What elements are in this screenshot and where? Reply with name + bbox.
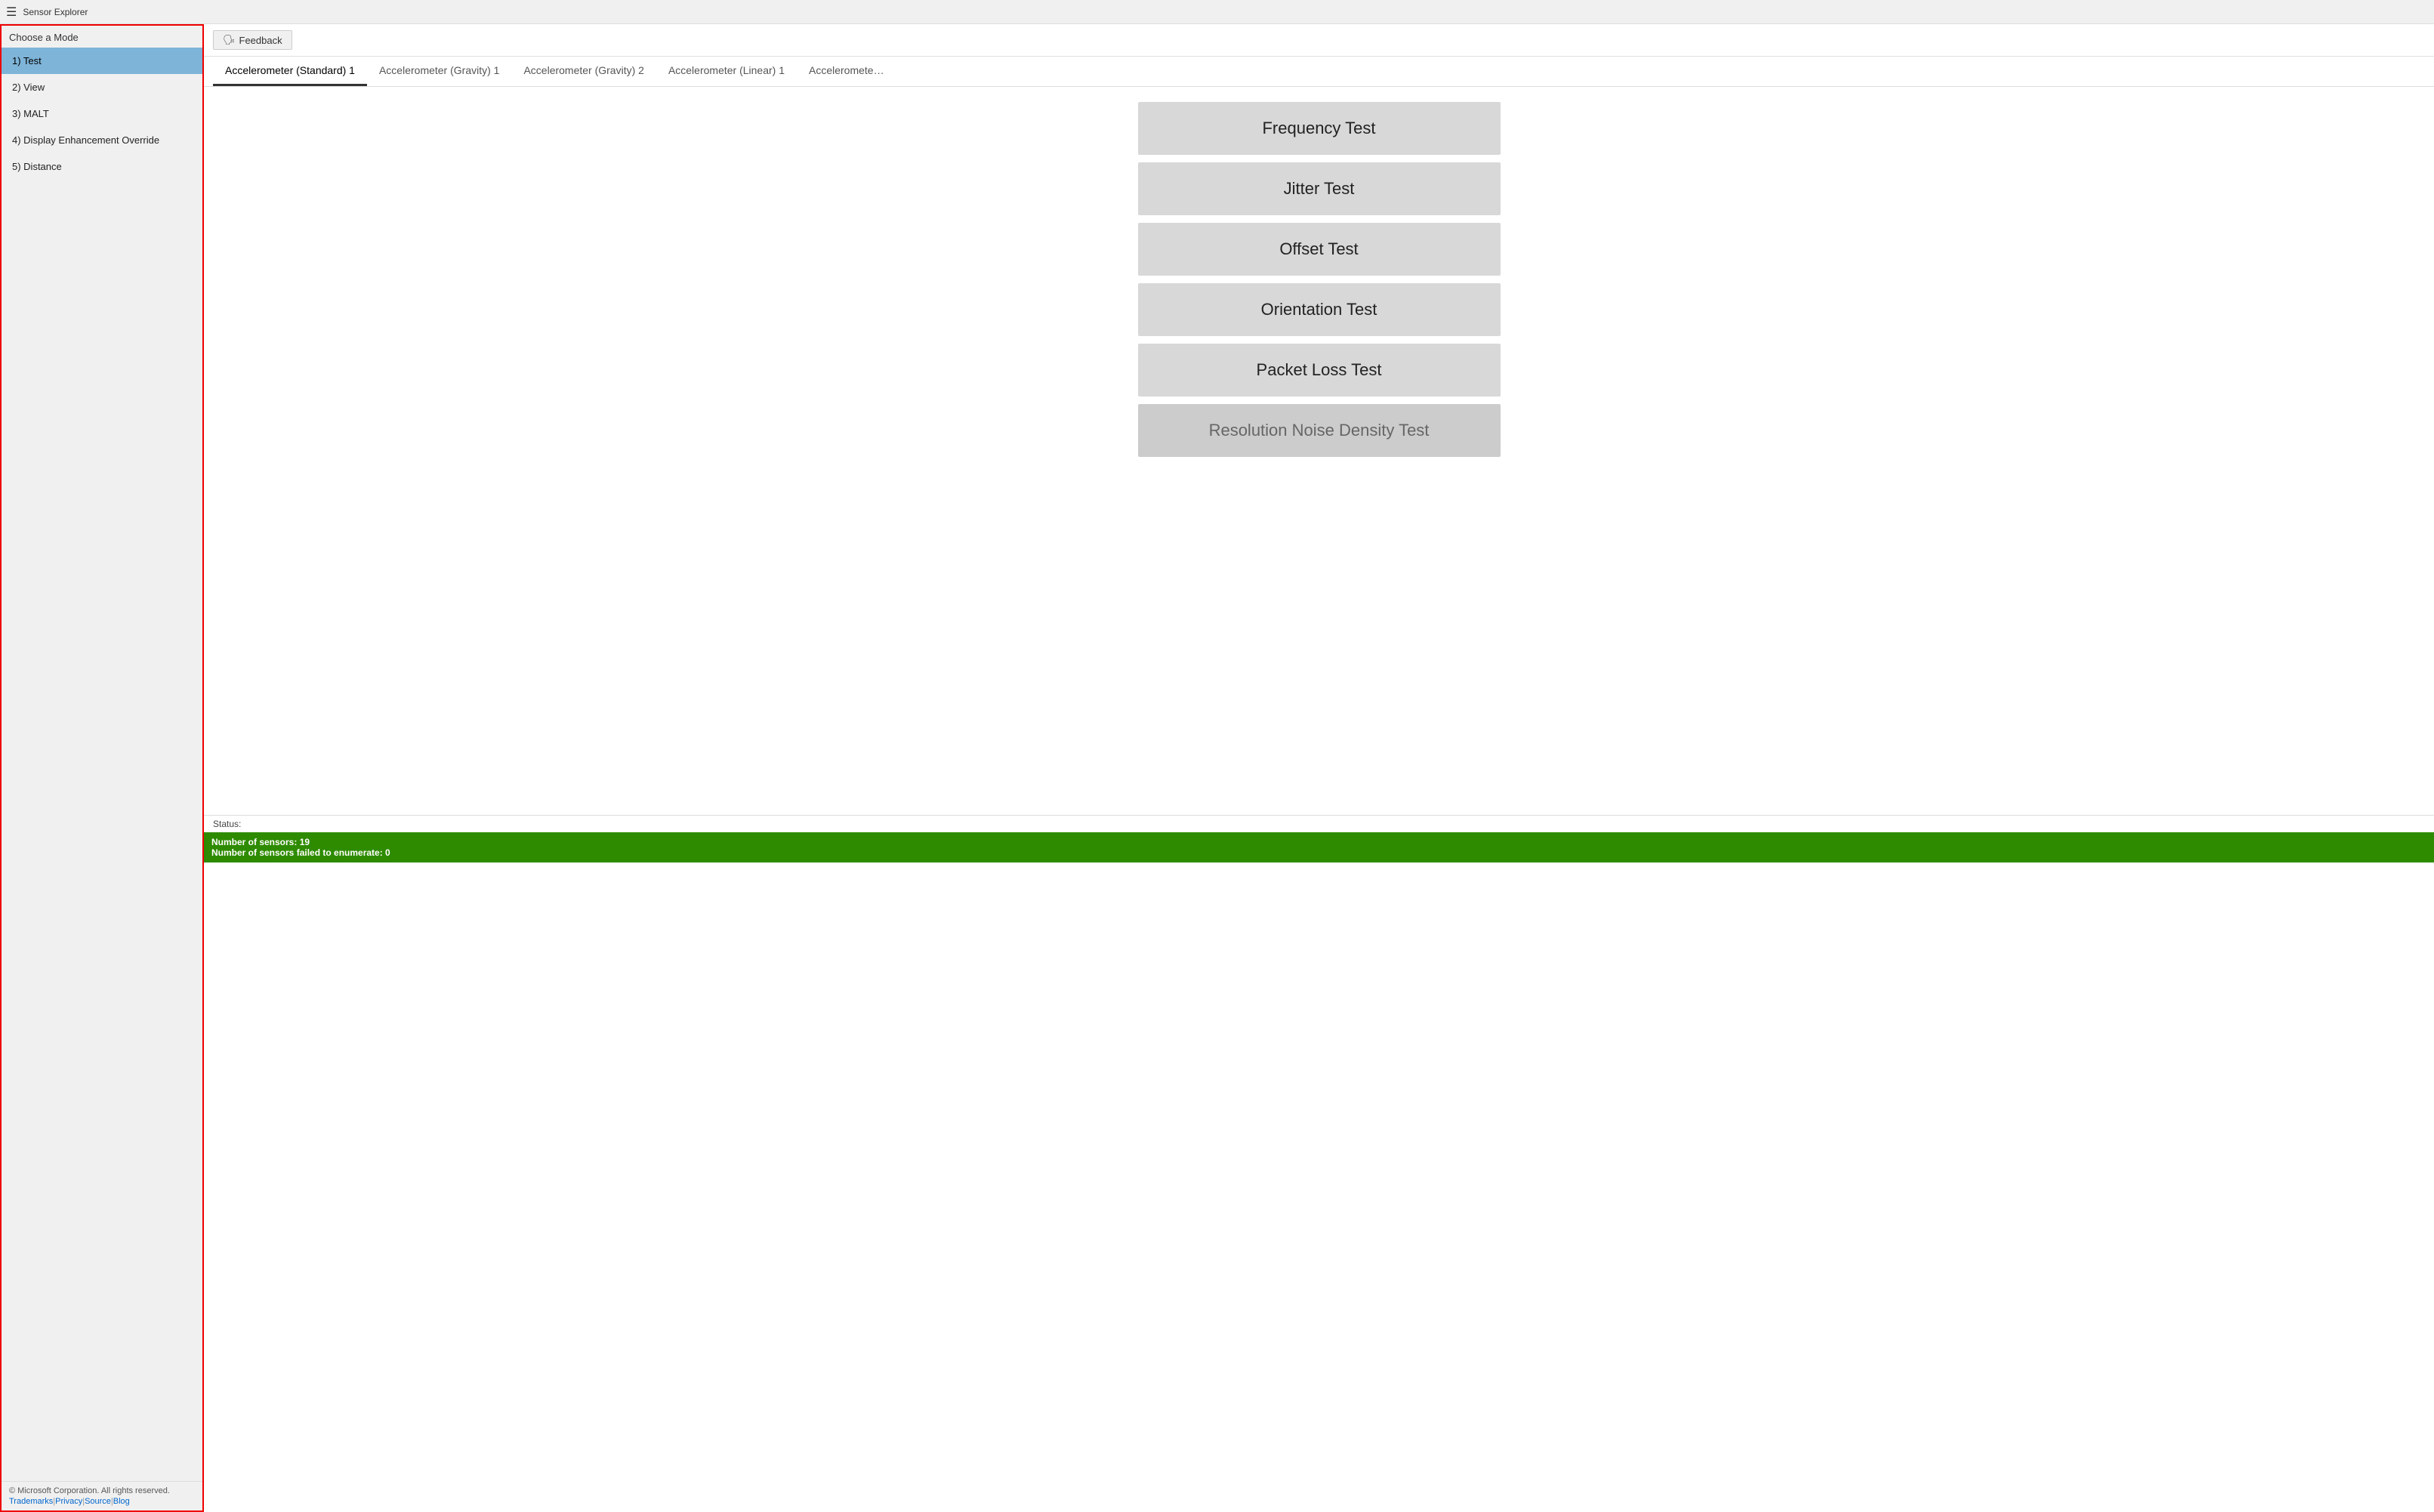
tab-accel-linear-1[interactable]: Accelerometer (Linear) 1 [656, 57, 797, 86]
sidebar-header: Choose a Mode [2, 26, 202, 48]
tab-accel-gravity-2[interactable]: Accelerometer (Gravity) 2 [511, 57, 656, 86]
main-layout: Choose a Mode 1) Test 2) View 3) MALT 4)… [0, 24, 2434, 1512]
footer-link-source[interactable]: Source [85, 1497, 111, 1506]
feedback-button[interactable]: 🗣 Feedback [213, 30, 292, 50]
tabs-bar: Accelerometer (Standard) 1 Accelerometer… [204, 57, 2434, 87]
content-area: 🗣 Feedback Accelerometer (Standard) 1 Ac… [204, 24, 2434, 1512]
titlebar: ☰ Sensor Explorer [0, 0, 2434, 24]
frequency-test-button[interactable]: Frequency Test [1138, 102, 1501, 155]
tab-accel-more[interactable]: Acceleromete… [797, 57, 896, 86]
feedback-label: Feedback [239, 35, 282, 46]
hamburger-icon[interactable]: ☰ [6, 5, 17, 20]
footer-link-blog[interactable]: Blog [113, 1497, 130, 1506]
footer-copyright: © Microsoft Corporation. All rights rese… [9, 1486, 195, 1495]
sidebar-item-display[interactable]: 4) Display Enhancement Override [2, 127, 202, 153]
feedback-icon: 🗣 [223, 34, 236, 46]
sidebar-footer-links: Trademarks | Privacy | Source | Blog [9, 1497, 195, 1506]
tests-area: Frequency Test Jitter Test Offset Test O… [204, 87, 2434, 815]
packet-loss-test-button[interactable]: Packet Loss Test [1138, 344, 1501, 397]
sidebar-footer: © Microsoft Corporation. All rights rese… [2, 1481, 202, 1510]
offset-test-button[interactable]: Offset Test [1138, 223, 1501, 276]
status-section: Status: Number of sensors: 19 Number of … [204, 815, 2434, 1512]
sidebar-item-malt[interactable]: 3) MALT [2, 100, 202, 127]
orientation-test-button[interactable]: Orientation Test [1138, 283, 1501, 336]
status-line2: Number of sensors failed to enumerate: 0 [211, 847, 2426, 858]
sidebar-item-distance[interactable]: 5) Distance [2, 153, 202, 180]
sidebar-items: 1) Test 2) View 3) MALT 4) Display Enhan… [2, 48, 202, 180]
app-title: Sensor Explorer [23, 7, 88, 17]
resolution-noise-test-button[interactable]: Resolution Noise Density Test [1138, 404, 1501, 457]
sidebar-item-test[interactable]: 1) Test [2, 48, 202, 74]
status-bar: Status: [204, 815, 2434, 832]
footer-link-privacy[interactable]: Privacy [55, 1497, 82, 1506]
sidebar: Choose a Mode 1) Test 2) View 3) MALT 4)… [0, 24, 204, 1512]
jitter-test-button[interactable]: Jitter Test [1138, 162, 1501, 215]
status-label: Status: [213, 819, 241, 829]
footer-link-trademarks[interactable]: Trademarks [9, 1497, 53, 1506]
tab-accel-gravity-1[interactable]: Accelerometer (Gravity) 1 [367, 57, 511, 86]
status-line1: Number of sensors: 19 [211, 837, 2426, 847]
status-detail: Number of sensors: 19 Number of sensors … [204, 832, 2434, 862]
sidebar-item-view[interactable]: 2) View [2, 74, 202, 100]
tab-accel-standard-1[interactable]: Accelerometer (Standard) 1 [213, 57, 367, 86]
toolbar: 🗣 Feedback [204, 24, 2434, 57]
